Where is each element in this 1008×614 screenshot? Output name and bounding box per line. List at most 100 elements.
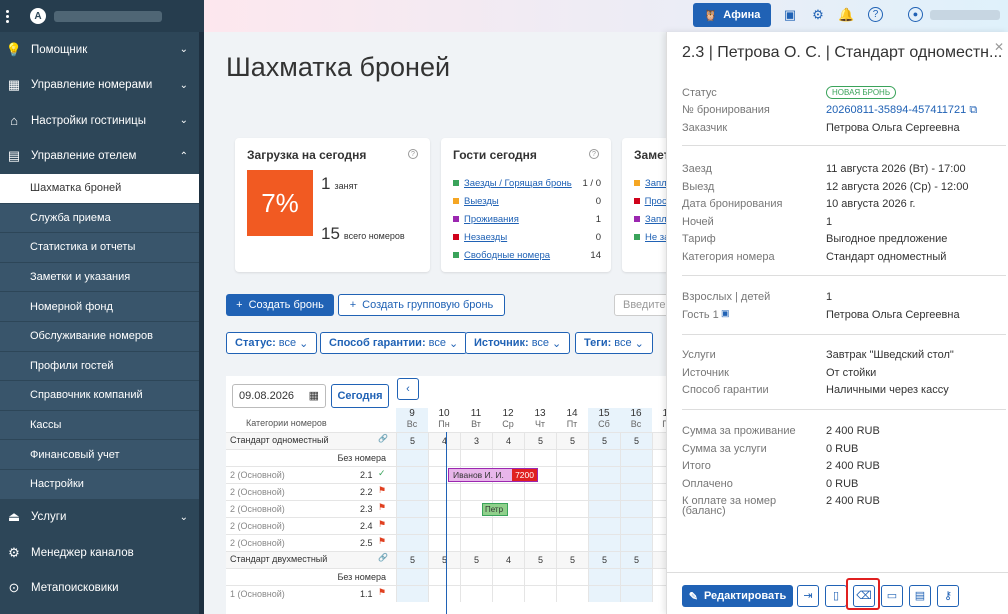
help-icon[interactable]: ? <box>408 149 418 159</box>
guest-stat-link[interactable]: Незаезды <box>464 232 507 243</box>
grid-cell[interactable] <box>460 569 492 585</box>
grid-cell[interactable] <box>588 484 620 500</box>
grid-cell[interactable] <box>652 586 666 602</box>
grid-cell[interactable] <box>652 569 666 585</box>
guest-stat-link[interactable]: Проживания <box>464 214 519 225</box>
menu-dots-icon[interactable] <box>6 9 10 23</box>
grid-cell[interactable] <box>428 569 460 585</box>
grid-cell[interactable] <box>524 501 556 517</box>
grid-cell[interactable] <box>620 569 652 585</box>
grid-cell[interactable] <box>524 450 556 466</box>
grid-cell[interactable] <box>428 484 460 500</box>
grid-cell[interactable] <box>428 518 460 534</box>
guest-stat-row[interactable]: Свободные номера 14 <box>453 248 601 262</box>
note-row[interactable]: Запла <box>634 212 666 226</box>
avatar[interactable]: A <box>30 8 46 24</box>
create-booking-button[interactable]: + Создать бронь <box>226 294 334 316</box>
grid-cell[interactable] <box>588 535 620 551</box>
grid-cell[interactable] <box>460 586 492 602</box>
guest-stat-row[interactable]: Заезды / Горящая бронь 1 / 0 <box>453 176 601 190</box>
grid-cell[interactable] <box>492 450 524 466</box>
close-icon[interactable]: ✕ <box>994 40 1004 54</box>
id-card-icon[interactable]: ▣ <box>721 308 730 319</box>
sidebar-item-cash[interactable]: Кассы <box>0 410 204 441</box>
grid-cell[interactable] <box>556 450 588 466</box>
create-group-booking-button[interactable]: + Создать групповую бронь <box>338 294 505 316</box>
tag-icon[interactable]: ⚷ <box>937 585 959 607</box>
grid-cell[interactable] <box>396 586 428 602</box>
grid-cell[interactable] <box>428 586 460 602</box>
grid-cell[interactable] <box>460 535 492 551</box>
sidebar-item-notes[interactable]: Заметки и указания <box>0 262 204 293</box>
grid-cell[interactable] <box>620 484 652 500</box>
search-input[interactable]: Введите <box>614 294 666 316</box>
grid-cell[interactable] <box>396 467 428 483</box>
checkin-icon[interactable]: ⇥ <box>797 585 819 607</box>
grid-cell[interactable] <box>556 484 588 500</box>
grid-cell[interactable] <box>524 535 556 551</box>
grid-cell[interactable] <box>556 586 588 602</box>
grid-cell[interactable] <box>652 518 666 534</box>
grid-cell[interactable] <box>492 484 524 500</box>
grid-cell[interactable] <box>620 467 652 483</box>
grid-cell[interactable] <box>588 467 620 483</box>
grid-cell[interactable] <box>492 518 524 534</box>
filter-status[interactable]: Статус: все ⌄ <box>226 332 318 354</box>
note-row[interactable]: Запла <box>634 176 666 190</box>
grid-cell[interactable] <box>556 535 588 551</box>
sidebar-item-guest-profiles[interactable]: Профили гостей <box>0 351 204 382</box>
guest-stat-row[interactable]: Проживания 1 <box>453 212 601 226</box>
note-row[interactable]: Не за <box>634 230 666 244</box>
grid-cell[interactable] <box>620 586 652 602</box>
sidebar-item-reception[interactable]: Служба приема <box>0 203 204 234</box>
sidebar-section-rooms[interactable]: ▦ Управление номерами ⌄ <box>0 68 204 104</box>
card-icon[interactable]: ▭ <box>881 585 903 607</box>
filter-guarantee[interactable]: Способ гарантии: все ⌄ <box>320 332 468 354</box>
grid-cell[interactable] <box>396 518 428 534</box>
grid-cell[interactable] <box>588 569 620 585</box>
grid-cell[interactable] <box>556 518 588 534</box>
grid-cell[interactable] <box>620 450 652 466</box>
grid-cell[interactable] <box>396 501 428 517</box>
grid-cell[interactable] <box>556 569 588 585</box>
filter-source[interactable]: Источник: все ⌄ <box>465 332 571 354</box>
date-input[interactable]: 09.08.2026 ▦ <box>232 384 326 408</box>
grid-cell[interactable] <box>588 518 620 534</box>
grid-cell[interactable] <box>652 467 666 483</box>
sidebar-item-statistics[interactable]: Статистика и отчеты <box>0 233 204 263</box>
note-link[interactable]: Просp <box>645 196 666 207</box>
sidebar-item-booking-chart[interactable]: Шахматка броней <box>0 174 204 204</box>
grid-cell[interactable] <box>652 501 666 517</box>
grid-cell[interactable] <box>652 450 666 466</box>
sidebar-section-hotel-settings[interactable]: ⌂ Настройки гостиницы ⌄ <box>0 103 204 139</box>
grid-cell[interactable] <box>460 484 492 500</box>
today-button[interactable]: Сегодня <box>331 384 389 408</box>
note-link[interactable]: Запла <box>645 214 666 225</box>
grid-cell[interactable] <box>396 450 428 466</box>
user-icon[interactable]: ● <box>908 7 923 22</box>
grid-cell[interactable] <box>556 501 588 517</box>
guest-stat-link[interactable]: Заезды / Горящая бронь <box>464 178 572 189</box>
grid-cell[interactable] <box>396 484 428 500</box>
sidebar-item-settings[interactable]: Настройки <box>0 469 204 500</box>
comment-icon[interactable]: ▤ <box>909 585 931 607</box>
note-link[interactable]: Не за <box>645 232 666 243</box>
bell-icon[interactable]: 🔔 <box>838 7 854 23</box>
gear-icon[interactable]: ⚙ <box>810 7 826 23</box>
guest-stat-row[interactable]: Выезды 0 <box>453 194 601 208</box>
grid-cell[interactable] <box>524 518 556 534</box>
grid-cell[interactable] <box>428 501 460 517</box>
grid-cell[interactable] <box>620 501 652 517</box>
grid-cell[interactable] <box>492 586 524 602</box>
grid-cell[interactable] <box>588 501 620 517</box>
sidebar-item-room-stock[interactable]: Номерной фонд <box>0 292 204 322</box>
booking-bar-ivanov[interactable]: Иванов И. И. 7200 <box>448 468 538 482</box>
grid-cell[interactable] <box>460 450 492 466</box>
guest-stat-link[interactable]: Выезды <box>464 196 499 207</box>
prev-arrow-icon[interactable]: ‹ <box>397 378 419 400</box>
help-icon[interactable]: ? <box>868 7 883 22</box>
sidebar-item-finance[interactable]: Финансовый учет <box>0 440 204 470</box>
sidebar-section-assistant[interactable]: 💡 Помощник ⌄ <box>0 32 204 68</box>
grid-cell[interactable] <box>556 467 588 483</box>
grid-cell[interactable] <box>428 450 460 466</box>
